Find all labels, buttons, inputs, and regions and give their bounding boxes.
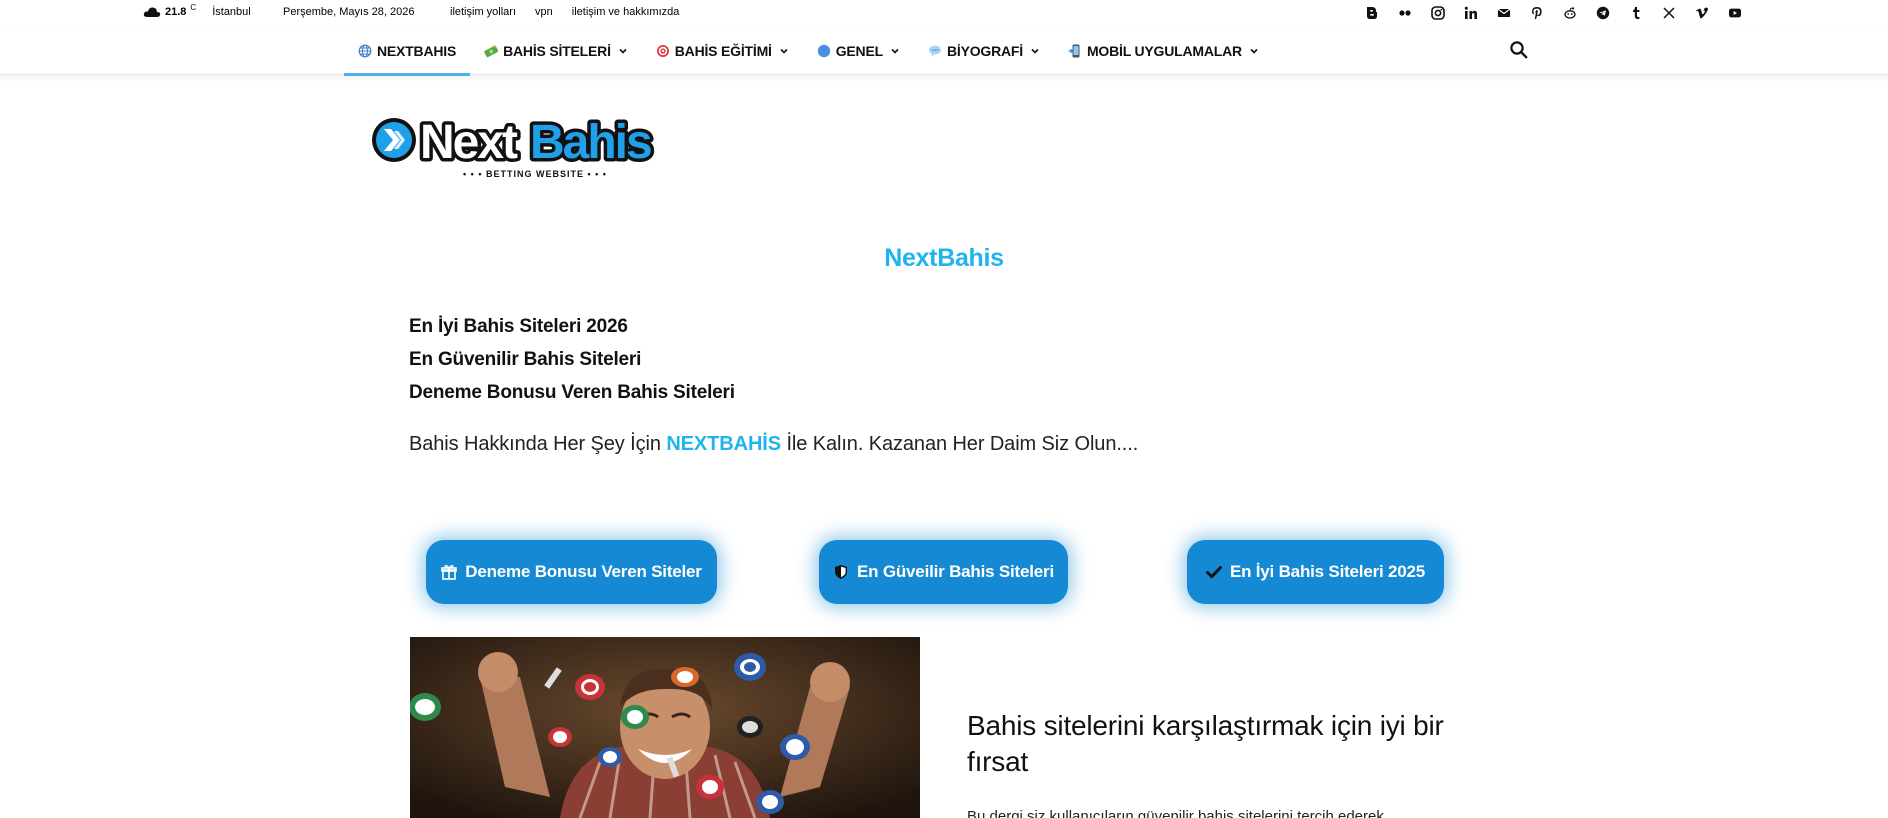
main-navigation: NEXTBAHIS BAHİS SİTELERİ BAHİS EĞİTİMİ G… [0, 27, 1888, 76]
button-label: En İyi Bahis Siteleri 2025 [1229, 562, 1426, 581]
best-sites-button[interactable]: En İyi Bahis Siteleri 2025 [1187, 540, 1444, 604]
x-icon[interactable] [1652, 3, 1685, 23]
check-icon [1205, 566, 1222, 579]
money-icon [484, 44, 499, 58]
chevron-down-icon [891, 48, 899, 54]
speech-icon [928, 44, 942, 58]
vimeo-icon[interactable] [1685, 3, 1718, 23]
list-item: En İyi Bahis Siteleri 2026 [409, 316, 628, 337]
telegram-icon[interactable] [1586, 3, 1619, 23]
flickr-icon[interactable] [1388, 3, 1421, 23]
nav-item-label: MOBİL UYGULAMALAR [1086, 43, 1242, 59]
nav-item-label: BAHİS EĞİTİMİ [674, 43, 772, 59]
article-title[interactable]: Bahis sitelerini karşılaştırmak için iyi… [967, 708, 1457, 780]
chevron-down-icon [619, 48, 627, 54]
nav-item-biyografi[interactable]: BİYOGRAFİ [914, 27, 1054, 75]
pinterest-icon[interactable] [1520, 3, 1553, 23]
nav-item-label: GENEL [835, 43, 883, 59]
page-title: NextBahis [884, 244, 1004, 272]
top-link-vpn[interactable]: vpn [535, 6, 553, 18]
social-icons [1355, 3, 1751, 23]
chevron-down-icon [780, 48, 788, 54]
site-logo[interactable]: Next Next Bahis Bahis • • • BETTING WEBS… [370, 108, 660, 186]
hero-image[interactable] [410, 637, 920, 818]
top-link-contact-methods[interactable]: iletişim yolları [450, 6, 516, 18]
trusted-sites-button[interactable]: En Güveilir Bahis Siteleri [819, 540, 1068, 604]
list-item: En Güvenilir Bahis Siteleri [409, 349, 642, 370]
tumblr-icon[interactable] [1619, 3, 1652, 23]
phone-icon [1068, 44, 1082, 58]
article-excerpt: Bu dergi siz kullanıcıların güvenilir ba… [967, 808, 1384, 818]
instagram-icon[interactable] [1421, 3, 1454, 23]
tagline: Bahis Hakkında Her Şey İçin NEXTBAHİS İl… [409, 433, 1138, 456]
gift-icon [441, 564, 458, 580]
tagline-text-before: Bahis Hakkında Her Şey İçin [409, 433, 667, 455]
button-label: En Güveilir Bahis Siteleri [857, 562, 1054, 581]
youtube-icon[interactable] [1718, 3, 1751, 23]
circle-icon [817, 44, 831, 58]
logo-text-bahis: Bahis [530, 116, 651, 169]
cloud-icon [143, 6, 161, 18]
globe-icon [358, 44, 372, 58]
nav-item-mobil-uygulamalar[interactable]: MOBİL UYGULAMALAR [1054, 27, 1273, 75]
nav-item-bahis-siteleri[interactable]: BAHİS SİTELERİ [470, 27, 642, 75]
linkedin-icon[interactable] [1454, 3, 1487, 23]
nav-item-genel[interactable]: GENEL [803, 27, 914, 75]
chevron-down-icon [1031, 48, 1039, 54]
nav-item-label: BAHİS SİTELERİ [503, 43, 611, 59]
shield-icon [835, 565, 847, 579]
reddit-icon[interactable] [1553, 3, 1586, 23]
nav-item-label: BİYOGRAFİ [946, 43, 1023, 59]
top-link-contact-about[interactable]: iletişim ve hakkımızda [572, 6, 680, 18]
top-bar: 21.8 C İstanbul Perşembe, Mayıs 28, 2026… [0, 0, 1888, 27]
list-item: Deneme Bonusu Veren Bahis Siteleri [409, 382, 735, 403]
weather-widget: 21.8 C İstanbul [143, 2, 251, 18]
tagline-brand: NEXTBAHİS [666, 433, 781, 455]
current-date: Perşembe, Mayıs 28, 2026 [283, 6, 415, 18]
top-links: iletişim yolları vpn iletişim ve hakkımı… [450, 6, 679, 18]
logo-subtitle: • • • BETTING WEBSITE • • • [463, 169, 607, 179]
blogger-icon[interactable] [1355, 3, 1388, 23]
nav-item-bahis-egitimi[interactable]: BAHİS EĞİTİMİ [642, 27, 803, 75]
nav-item-nextbahis[interactable]: NEXTBAHIS [344, 27, 471, 76]
celebrating-man-with-poker-chips-image [410, 637, 920, 818]
bonus-sites-button[interactable]: Deneme Bonusu Veren Siteler [426, 540, 717, 604]
target-icon [656, 44, 670, 58]
mail-icon[interactable] [1487, 3, 1520, 23]
temperature-value: 21.8 [165, 6, 187, 18]
logo-text-next: Next [420, 116, 518, 169]
feature-list: En İyi Bahis Siteleri 2026 En Güvenilir … [409, 310, 735, 409]
button-label: Deneme Bonusu Veren Siteler [465, 562, 702, 581]
search-icon[interactable] [1508, 39, 1530, 61]
chevron-down-icon [1250, 48, 1258, 54]
tagline-text-after: İle Kalın. Kazanan Her Daim Siz Olun.... [781, 433, 1139, 455]
temperature-unit: C [190, 2, 197, 12]
weather-city: İstanbul [212, 6, 251, 18]
nav-item-label: NEXTBAHIS [377, 43, 457, 59]
